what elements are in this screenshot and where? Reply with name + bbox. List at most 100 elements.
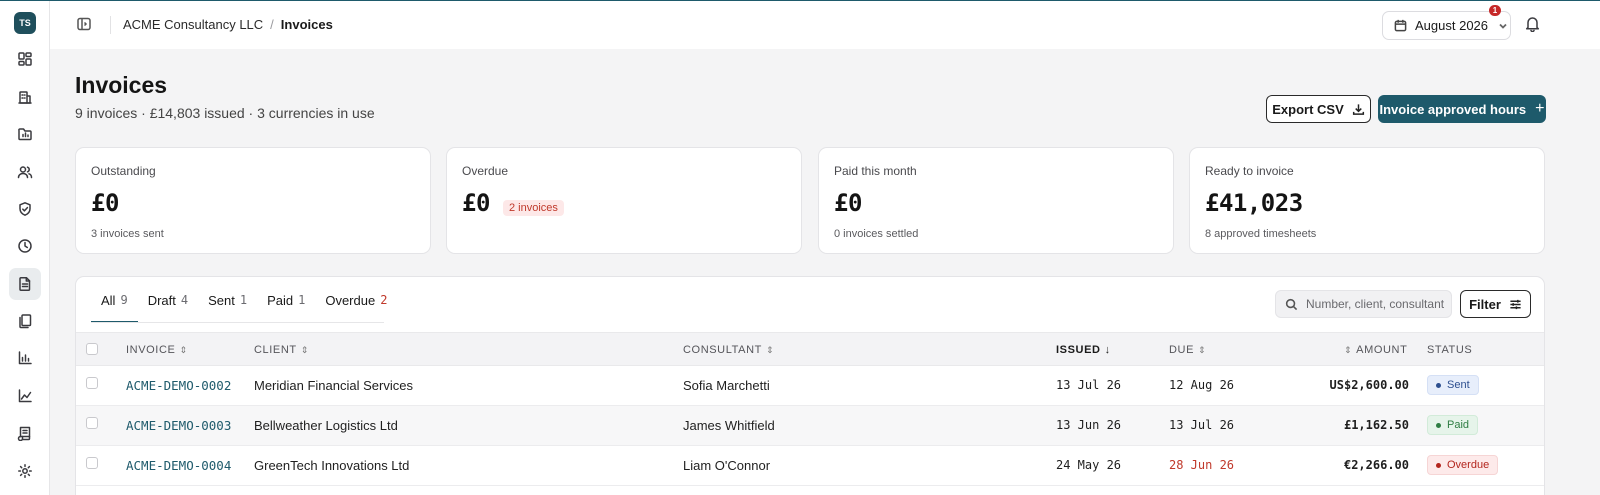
tab-overdue[interactable]: Overdue 2 xyxy=(315,277,397,323)
table-row[interactable]: ACME-DEMO-0003 Bellweather Logistics Ltd… xyxy=(76,406,1544,446)
column-label: CLIENT xyxy=(254,344,297,356)
select-all-checkbox[interactable] xyxy=(86,343,98,355)
row-checkbox[interactable] xyxy=(86,377,98,389)
sidebar-item-reports[interactable] xyxy=(9,342,41,374)
export-csv-label: Export CSV xyxy=(1272,101,1344,117)
stat-value: £0 xyxy=(834,189,862,217)
column-header-consultant[interactable]: CONSULTANT ⇕ xyxy=(683,344,774,356)
column-header-amount[interactable]: ⇕ AMOUNT xyxy=(1344,344,1407,356)
table-row[interactable]: ACME-DEMO-0004 GreenTech Innovations Ltd… xyxy=(76,446,1544,486)
stat-label: Paid this month xyxy=(834,164,917,178)
sidebar-toggle-icon xyxy=(77,17,91,31)
table-row[interactable]: ACME-DEMO-0002 Meridian Financial Servic… xyxy=(76,366,1544,406)
sidebar-item-dashboard[interactable] xyxy=(9,43,41,75)
issued-date: 24 May 26 xyxy=(1056,458,1122,472)
sidebar-item-analytics[interactable] xyxy=(9,380,41,412)
export-csv-button[interactable]: Export CSV xyxy=(1266,95,1371,123)
due-date: 28 Jun 26 xyxy=(1169,458,1235,472)
breadcrumb-current: Invoices xyxy=(280,17,333,32)
column-label: INVOICE xyxy=(126,344,176,356)
stat-card-overdue: Overdue £0 2 invoices xyxy=(446,147,802,254)
sort-icon: ⇕ xyxy=(179,344,188,355)
row-checkbox[interactable] xyxy=(86,457,98,469)
invoice-approved-hours-button[interactable]: Invoice approved hours + xyxy=(1378,95,1546,123)
sort-icon: ⇕ xyxy=(1344,344,1353,355)
due-date: 13 Jul 26 xyxy=(1169,418,1235,432)
avatar[interactable]: TS xyxy=(14,12,36,34)
settings-icon xyxy=(18,464,32,478)
notifications-button[interactable] xyxy=(1524,15,1544,35)
sidebar-item-consultants[interactable] xyxy=(9,156,41,188)
stat-value: £0 xyxy=(462,189,490,217)
tab-count: 2 xyxy=(380,293,388,307)
status-dot xyxy=(1436,462,1441,468)
amount: €2,266.00 xyxy=(1343,458,1409,472)
sidebar-item-timesheets[interactable] xyxy=(9,230,41,262)
page-subtitle: 9 invoices · £14,803 issued · 3 currenci… xyxy=(75,105,375,121)
sort-icon: ⇕ xyxy=(765,344,775,355)
tab-count: 4 xyxy=(180,293,189,307)
tab-all[interactable]: All 9 xyxy=(91,277,138,323)
column-header-invoice[interactable]: INVOICE ⇕ xyxy=(126,344,188,356)
invoice-number-link[interactable]: ACME-DEMO-0004 xyxy=(126,458,231,473)
amount: £1,162.50 xyxy=(1343,418,1409,432)
column-header-issued[interactable]: ISSUED ↓ xyxy=(1056,344,1111,356)
stat-card-paid-this-month: Paid this month £0 0 invoices settled xyxy=(818,147,1174,254)
column-label: CONSULTANT xyxy=(683,344,762,356)
tab-sent[interactable]: Sent 1 xyxy=(198,277,257,323)
invoice-number-link[interactable]: ACME-DEMO-0003 xyxy=(126,418,231,433)
sidebar-item-compliance[interactable] xyxy=(9,193,41,225)
stat-card-outstanding: Outstanding £0 3 invoices sent xyxy=(75,147,431,254)
documents-icon xyxy=(19,314,32,329)
tabs-underline xyxy=(91,322,384,323)
column-label: ISSUED xyxy=(1056,344,1101,356)
folder-icon xyxy=(18,128,32,141)
tab-count: 9 xyxy=(120,293,128,307)
filter-label: Filter xyxy=(1469,296,1501,312)
issued-date: 13 Jul 26 xyxy=(1056,378,1122,392)
status-dot xyxy=(1436,422,1441,428)
client-name: GreenTech Innovations Ltd xyxy=(254,458,410,473)
bell-icon xyxy=(1525,17,1540,33)
download-icon xyxy=(1352,103,1364,115)
panel-toggle-button[interactable] xyxy=(76,16,94,34)
sidebar-item-settings[interactable] xyxy=(9,455,41,487)
tab-count: 1 xyxy=(298,293,306,307)
row-checkbox[interactable] xyxy=(86,417,98,429)
filter-button[interactable]: Filter xyxy=(1460,290,1531,318)
consultant-name: Sofia Marchetti xyxy=(683,378,770,393)
dashboard-icon xyxy=(18,52,32,66)
sort-icon: ⇕ xyxy=(300,344,309,355)
tab-paid[interactable]: Paid 1 xyxy=(257,277,315,323)
breadcrumb-org[interactable]: ACME Consultancy LLC xyxy=(123,17,263,32)
stat-footnote: 3 invoices sent xyxy=(91,228,164,240)
search-input[interactable] xyxy=(1306,297,1446,311)
sidebar-item-documents[interactable] xyxy=(9,305,41,337)
invoice-approved-hours-label: Invoice approved hours xyxy=(1379,101,1527,117)
column-label: AMOUNT xyxy=(1356,344,1408,356)
amount: US$2,600.00 xyxy=(1329,378,1409,392)
invoice-number-link[interactable]: ACME-DEMO-0002 xyxy=(126,378,231,393)
stat-label: Overdue xyxy=(462,164,509,178)
status-label: Overdue xyxy=(1447,459,1490,471)
search-icon xyxy=(1285,298,1298,310)
consultant-name: Liam O'Connor xyxy=(683,458,771,473)
bar-chart-icon xyxy=(18,351,32,365)
status-badge: Paid xyxy=(1427,415,1479,435)
tab-draft[interactable]: Draft 4 xyxy=(138,277,198,323)
sidebar-item-ledger[interactable] xyxy=(9,417,41,449)
sidebar-item-clients[interactable] xyxy=(9,81,41,113)
users-icon xyxy=(17,166,33,179)
sliders-icon xyxy=(1510,299,1521,309)
status-badge: Overdue xyxy=(1427,455,1499,475)
tab-label: All xyxy=(101,292,116,308)
breadcrumb-separator: / xyxy=(270,17,274,32)
search-field[interactable] xyxy=(1275,290,1452,318)
column-label: DUE xyxy=(1169,344,1195,356)
status-badge: Sent xyxy=(1427,375,1479,395)
sidebar-item-invoices[interactable] xyxy=(9,268,41,300)
building-icon xyxy=(18,91,32,104)
column-header-due[interactable]: DUE ⇕ xyxy=(1169,344,1206,356)
sidebar-item-projects[interactable] xyxy=(9,118,41,150)
column-header-client[interactable]: CLIENT ⇕ xyxy=(254,344,309,356)
